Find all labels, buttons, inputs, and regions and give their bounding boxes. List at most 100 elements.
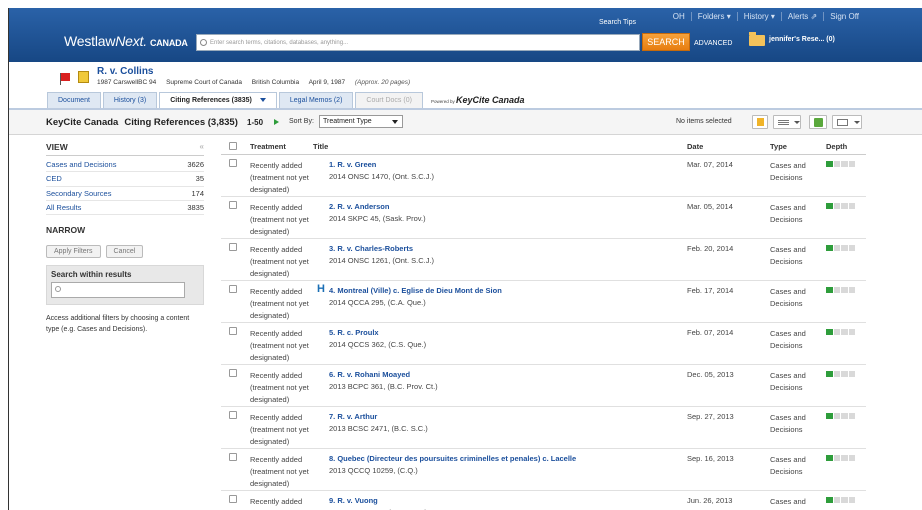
row-title-link[interactable]: 6. R. v. Rohani Moayed (329, 370, 410, 379)
top-link[interactable]: Sign Off (824, 12, 865, 21)
filter-help-text: Access additional filters by choosing a … (46, 315, 190, 334)
user-research-folder[interactable]: jennifer's Rese... (0) (769, 36, 835, 43)
search-within-input[interactable] (51, 282, 185, 299)
westlaw-logo[interactable]: WestlawNext. CANADA (64, 33, 188, 49)
row-checkbox[interactable] (229, 201, 237, 209)
email-button[interactable] (832, 115, 862, 129)
tab-label: Court Docs (0) (366, 97, 412, 104)
depth-segment (841, 161, 848, 167)
row-citation: 2014 ONSC 1470, (Ont. S.C.J.) (329, 172, 435, 181)
apply-filters-button[interactable]: Apply Filters (46, 245, 101, 259)
table-row: Recently added (treatment not yet design… (221, 155, 866, 197)
search-within-panel: Search within results (46, 265, 204, 306)
row-checkbox[interactable] (229, 327, 237, 335)
col-title[interactable]: Title (313, 142, 328, 151)
advanced-search-link[interactable]: ADVANCED (694, 40, 732, 47)
collapse-sidebar-icon[interactable]: « (200, 138, 204, 156)
view-item-ced[interactable]: CED 35 (46, 172, 204, 187)
depth-bar (826, 203, 855, 209)
select-all-checkbox[interactable] (229, 142, 237, 150)
depth-segment (826, 203, 833, 209)
logo-region: CANADA (149, 38, 188, 48)
top-link[interactable]: History ▾ (738, 12, 782, 21)
row-title-link[interactable]: 7. R. v. Arthur (329, 412, 377, 421)
tab-legal-memos[interactable]: Legal Memos (2) (278, 92, 354, 108)
view-heading-text: VIEW (46, 142, 68, 152)
view-item-secondary-sources[interactable]: Secondary Sources 174 (46, 187, 204, 201)
row-checkbox[interactable] (229, 495, 237, 503)
row-type: Cases and Decisions (770, 497, 806, 510)
chevron-down-icon[interactable] (259, 98, 266, 103)
search-tips-link[interactable]: Search Tips (599, 19, 636, 26)
depth-segment (833, 371, 840, 377)
col-type[interactable]: Type (770, 142, 787, 151)
depth-segment (848, 161, 855, 167)
row-checkbox[interactable] (229, 369, 237, 377)
row-title-link[interactable]: 2. R. v. Anderson (329, 202, 389, 211)
top-link[interactable]: OH (667, 12, 692, 21)
row-treatment: Recently added (treatment not yet design… (250, 371, 309, 404)
depth-segment (848, 329, 855, 335)
top-links: OH Folders ▾ History ▾ Alerts ⇗ Sign Off (667, 12, 865, 21)
view-item-label: All Results (46, 202, 82, 212)
download-button[interactable] (809, 115, 827, 129)
col-date[interactable]: Date (687, 142, 703, 151)
depth-bar (826, 161, 855, 167)
row-checkbox[interactable] (229, 411, 237, 419)
tab-document[interactable]: Document (47, 92, 101, 108)
view-options-button[interactable] (773, 115, 801, 129)
search-icon (55, 286, 61, 293)
col-treatment[interactable]: Treatment (250, 142, 286, 151)
download-icon (814, 118, 823, 127)
table-row: Recently added (treatment not yet design… (221, 197, 866, 239)
depth-segment (848, 413, 855, 419)
row-checkbox[interactable] (229, 285, 237, 293)
red-flag-icon[interactable] (60, 73, 70, 85)
row-treatment: Recently added (treatment not yet design… (250, 413, 309, 446)
col-depth[interactable]: Depth (826, 142, 847, 151)
next-page-icon[interactable] (274, 119, 279, 125)
folder-add-button[interactable] (752, 115, 768, 129)
tab-court-docs[interactable]: Court Docs (0) (355, 92, 423, 108)
document-title[interactable]: R. v. Collins (97, 66, 154, 77)
main-search-input[interactable]: Enter search terms, citations, databases… (196, 34, 640, 51)
sort-select[interactable]: Treatment Type (319, 115, 403, 128)
row-checkbox[interactable] (229, 243, 237, 251)
top-header-bar: OH Folders ▾ History ▾ Alerts ⇗ Sign Off Sea… (9, 8, 922, 62)
note-pencil-icon[interactable] (78, 71, 89, 83)
row-treatment: Recently added (treatment not yet design… (250, 329, 309, 362)
row-checkbox[interactable] (229, 159, 237, 167)
row-title-link[interactable]: 1. R. v. Green (329, 160, 376, 169)
history-h-icon[interactable]: H (317, 283, 325, 295)
top-link[interactable]: Alerts ⇗ (782, 12, 825, 21)
table-row: Recently added (treatment not yet design… (221, 491, 866, 510)
row-title-link[interactable]: 4. Montreal (Ville) c. Eglise de Dieu Mo… (329, 286, 502, 295)
row-citation: 2013 BCPC 361, (B.C. Prov. Ct.) (329, 382, 438, 391)
sort-by-label: Sort By: (289, 118, 314, 125)
row-citation: 2013 QCCQ 10259, (C.Q.) (329, 466, 418, 475)
depth-segment (826, 245, 833, 251)
tab-history[interactable]: History (3) (102, 92, 158, 108)
row-type: Cases and Decisions (770, 329, 806, 350)
row-treatment: Recently added (treatment not yet design… (250, 497, 309, 510)
depth-bar (826, 329, 855, 335)
row-title-link[interactable]: 5. R. c. Proulx (329, 328, 379, 337)
cancel-button[interactable]: Cancel (105, 245, 144, 259)
list-icon (778, 120, 789, 121)
view-item-all-results[interactable]: All Results 3835 (46, 200, 204, 216)
view-item-cases-and-decisions[interactable]: Cases and Decisions 3626 (46, 158, 204, 173)
search-button[interactable]: SEARCH (642, 33, 690, 51)
top-link[interactable]: Folders ▾ (692, 12, 738, 21)
results-toolbar: KeyCite Canada Citing References (3,835) … (9, 110, 922, 135)
search-icon (200, 39, 207, 46)
row-title-link[interactable]: 9. R. v. Vuong (329, 496, 378, 505)
folder-icon[interactable] (749, 32, 765, 46)
tab-citing-references[interactable]: Citing References (3835) (159, 92, 277, 108)
document-meta: 1987 CarswellBC 94 Supreme Court of Cana… (97, 79, 410, 86)
row-checkbox[interactable] (229, 453, 237, 461)
row-title-link[interactable]: 3. R. v. Charles-Roberts (329, 244, 413, 253)
powered-by-keycite: Powered by KeyCite Canada (431, 92, 525, 108)
row-type: Cases and Decisions (770, 245, 806, 266)
logo-main: Westlaw (64, 33, 116, 49)
row-title-link[interactable]: 8. Quebec (Directeur des poursuites crim… (329, 454, 576, 463)
